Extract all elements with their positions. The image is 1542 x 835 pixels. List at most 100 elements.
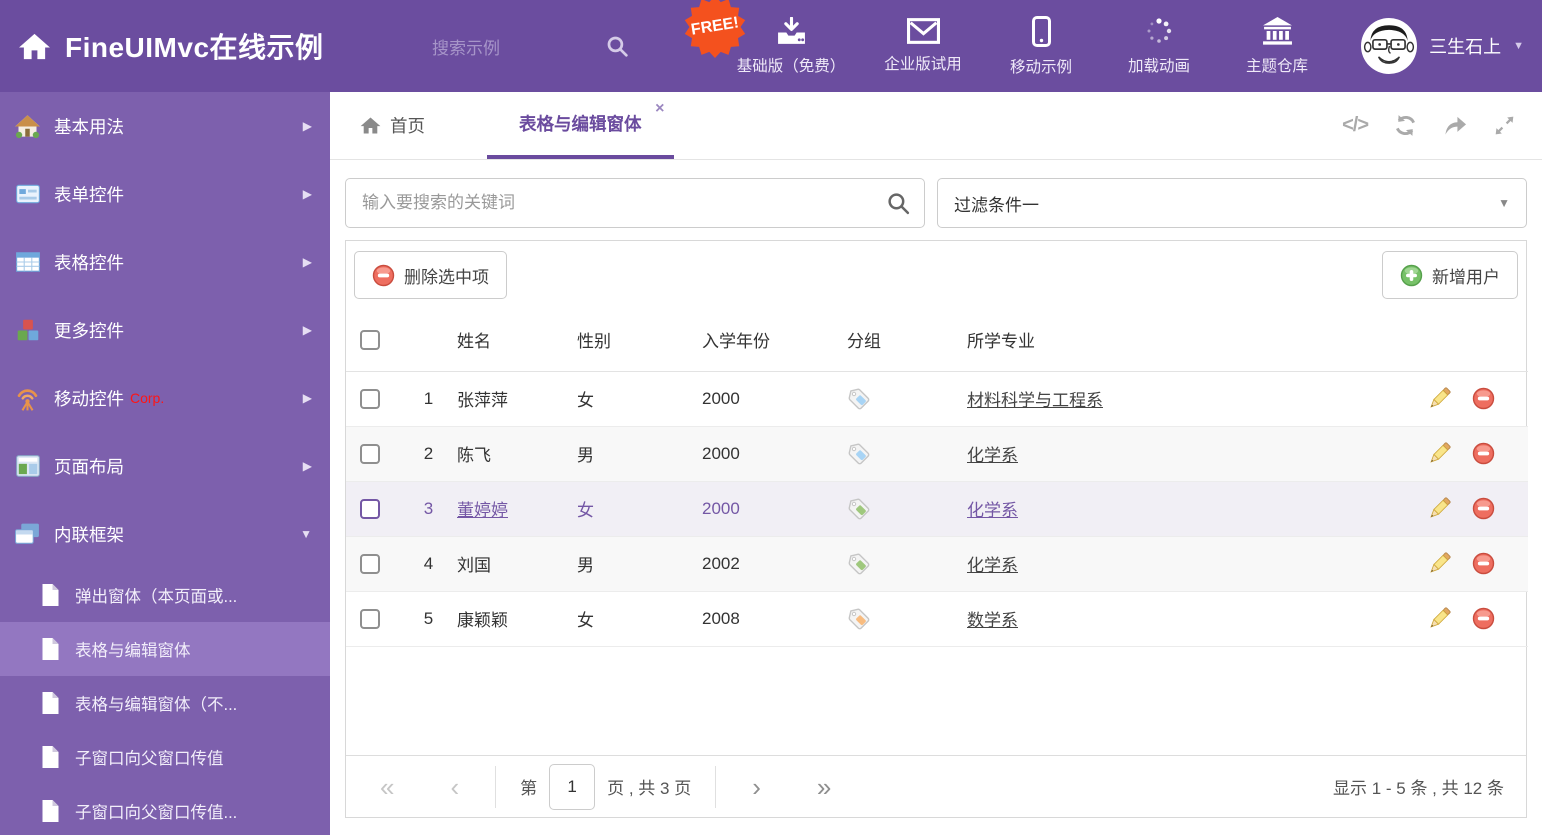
- top-search[interactable]: 搜索示例: [432, 0, 630, 92]
- column-header-major[interactable]: 所学专业: [961, 309, 1426, 372]
- chevron-right-icon: ▶: [302, 255, 312, 269]
- sidebar-subitem-label: 表格与编辑窗体（不...: [75, 696, 238, 714]
- table-row[interactable]: 4 刘国 男 2002 化学系: [346, 536, 1528, 592]
- sidebar-subitem[interactable]: 表格与编辑窗体: [0, 622, 330, 676]
- chevron-right-icon: ▶: [302, 323, 312, 337]
- frames-icon: [14, 521, 41, 548]
- envelope-icon: [906, 18, 940, 44]
- expand-icon[interactable]: [1493, 114, 1516, 137]
- app-title: FineUIMvc在线示例: [65, 32, 324, 63]
- sidebar-subitem[interactable]: 子窗口向父窗口传值: [0, 730, 330, 784]
- table-icon: [14, 249, 41, 276]
- tab-home[interactable]: 首页: [360, 92, 425, 159]
- sidebar-item-mobile-controls[interactable]: 移动控件 Corp. ▶: [0, 364, 330, 432]
- sidebar-subitem[interactable]: 表格与编辑窗体（不...: [0, 676, 330, 730]
- table-row[interactable]: 5 康颖颖 女 2008 数学系: [346, 591, 1528, 647]
- major-link[interactable]: 化学系: [967, 446, 1018, 465]
- major-link[interactable]: 化学系: [967, 556, 1018, 575]
- column-header-group[interactable]: 分组: [841, 309, 961, 372]
- last-page-button[interactable]: »: [817, 774, 831, 800]
- nav-item-themes[interactable]: 主题仓库: [1218, 0, 1336, 92]
- sidebar-item-page-layout[interactable]: 页面布局 ▶: [0, 432, 330, 500]
- refresh-icon[interactable]: [1393, 113, 1418, 138]
- file-icon: [40, 800, 61, 823]
- delete-selected-button[interactable]: 删除选中项: [354, 251, 507, 299]
- keyword-search-input[interactable]: [346, 179, 924, 227]
- delete-icon[interactable]: [1472, 607, 1495, 630]
- sidebar-item-basic-usage[interactable]: 基本用法 ▶: [0, 92, 330, 160]
- next-page-button[interactable]: ›: [752, 774, 761, 800]
- file-icon: [40, 638, 61, 661]
- grid-toolbar: 删除选中项 新增用户: [346, 241, 1526, 309]
- nav-item-mobile[interactable]: 移动示例: [982, 0, 1100, 92]
- major-link[interactable]: 材料科学与工程系: [967, 391, 1103, 410]
- prev-page-button[interactable]: ‹: [450, 774, 459, 800]
- first-page-button[interactable]: «: [380, 774, 394, 800]
- cell-row-number: 3: [406, 481, 451, 537]
- edit-icon[interactable]: [1426, 605, 1453, 632]
- avatar: [1361, 18, 1418, 74]
- search-icon[interactable]: [605, 34, 630, 59]
- search-icon[interactable]: [886, 191, 911, 216]
- filter-bar: 过滤条件一 ▼: [330, 160, 1542, 228]
- chevron-right-icon: ▶: [302, 391, 312, 405]
- table-row[interactable]: 1 张萍萍 女 2000 材料科学与工程系: [346, 371, 1528, 427]
- file-icon: [40, 746, 61, 769]
- sidebar-item-form-controls[interactable]: 表单控件 ▶: [0, 160, 330, 228]
- tab-bar: 首页 表格与编辑窗体 × </>: [330, 92, 1542, 160]
- nav-item-enterprise[interactable]: 企业版试用: [864, 0, 982, 92]
- column-header-gender[interactable]: 性别: [571, 309, 696, 372]
- delete-icon[interactable]: [1472, 497, 1495, 520]
- tag-icon: [847, 442, 871, 466]
- column-header-year[interactable]: 入学年份: [696, 309, 841, 372]
- tab-label: 表格与编辑窗体: [519, 114, 642, 134]
- cell-gender: 女: [571, 481, 696, 537]
- add-user-button[interactable]: 新增用户: [1382, 251, 1518, 299]
- chevron-down-icon: ▼: [300, 527, 312, 541]
- sidebar-subitem-label: 子窗口向父窗口传值...: [75, 804, 238, 822]
- delete-icon[interactable]: [1472, 442, 1495, 465]
- row-checkbox[interactable]: [360, 553, 380, 574]
- select-all-checkbox[interactable]: [360, 330, 380, 350]
- share-icon[interactable]: [1443, 114, 1468, 137]
- brand[interactable]: FineUIMvc在线示例: [18, 0, 324, 92]
- delete-icon[interactable]: [1472, 387, 1495, 410]
- row-checkbox[interactable]: [360, 443, 380, 464]
- code-icon[interactable]: </>: [1342, 114, 1369, 137]
- file-icon: [40, 584, 61, 607]
- bank-icon: [1262, 16, 1293, 46]
- sidebar-item-inline-frame[interactable]: 内联框架 ▼: [0, 500, 330, 568]
- spinner-icon: [1144, 16, 1174, 46]
- sidebar-item-grid-controls[interactable]: 表格控件 ▶: [0, 228, 330, 296]
- edit-icon[interactable]: [1426, 440, 1453, 467]
- row-checkbox[interactable]: [360, 388, 380, 409]
- tab-grid-edit-window[interactable]: 表格与编辑窗体 ×: [487, 92, 674, 159]
- major-link[interactable]: 化学系: [967, 501, 1018, 520]
- row-checkbox[interactable]: [360, 498, 380, 519]
- row-checkbox[interactable]: [360, 608, 380, 629]
- table-row[interactable]: 2 陈飞 男 2000 化学系: [346, 426, 1528, 482]
- table-row[interactable]: 3 董婷婷 女 2000 化学系: [346, 481, 1528, 537]
- delete-icon[interactable]: [1472, 552, 1495, 575]
- sidebar-subitem-label: 表格与编辑窗体: [75, 642, 191, 660]
- edit-icon[interactable]: [1426, 550, 1453, 577]
- nav-item-loading[interactable]: 加载动画: [1100, 0, 1218, 92]
- free-badge: FREE!: [682, 0, 748, 64]
- close-icon[interactable]: ×: [655, 101, 664, 117]
- sidebar-item-label: 内联框架: [54, 524, 124, 545]
- edit-icon[interactable]: [1426, 495, 1453, 522]
- file-icon: [40, 692, 61, 715]
- sidebar-subitem[interactable]: 子窗口向父窗口传值...: [0, 784, 330, 835]
- page-number-input[interactable]: [549, 763, 596, 810]
- filter-select[interactable]: 过滤条件一 ▼: [937, 178, 1527, 228]
- sidebar-item-label: 表格控件: [54, 252, 124, 273]
- plus-circle-icon: [1400, 264, 1423, 287]
- user-menu[interactable]: 三生石上 ▼: [1361, 0, 1524, 92]
- column-header-name[interactable]: 姓名: [451, 309, 571, 372]
- edit-icon[interactable]: [1426, 385, 1453, 412]
- sidebar-item-more-controls[interactable]: 更多控件 ▶: [0, 296, 330, 364]
- top-header: FineUIMvc在线示例 搜索示例 FREE! 基础版（免费） 企业版试用 移动示…: [0, 0, 1542, 92]
- cell-row-number: 2: [406, 426, 451, 482]
- major-link[interactable]: 数学系: [967, 611, 1018, 630]
- sidebar-subitem[interactable]: 弹出窗体（本页面或...: [0, 568, 330, 622]
